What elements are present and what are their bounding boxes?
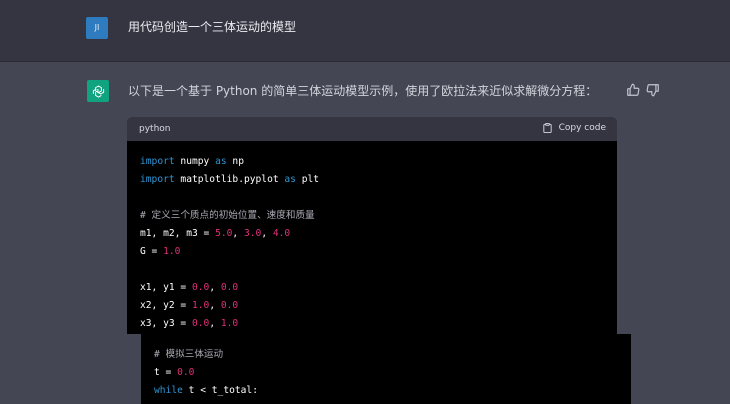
code-number: 0.0 (220, 300, 239, 311)
code-number: 0.0 (191, 318, 210, 329)
assistant-avatar (87, 80, 109, 102)
code-keyword: import (140, 174, 175, 185)
code-text: x1, y1 = (140, 282, 192, 293)
code-keyword: as (215, 156, 227, 167)
code-text: , (209, 300, 221, 311)
code-number: 1.0 (220, 318, 239, 329)
code-block-body: import numpy as np import matplotlib.pyp… (127, 141, 617, 334)
code-comment: # 模拟三体运动 (154, 349, 224, 360)
code-number: 1.0 (191, 300, 210, 311)
user-message-text: 用代码创造一个三体运动的模型 (128, 20, 297, 34)
code-text: G = (140, 246, 164, 257)
code-line: G = 1.0 (140, 245, 180, 258)
code-keyword: import (140, 156, 175, 167)
thumbs-down-icon[interactable] (646, 83, 660, 97)
code-number: 0.0 (220, 282, 239, 293)
openai-logo-icon (92, 85, 104, 98)
code-text: t < t_total: (182, 385, 258, 396)
code-number: 4.0 (272, 228, 291, 239)
copy-code-button[interactable]: Copy code (542, 121, 606, 135)
code-number: 3.0 (243, 228, 262, 239)
code-language-label: python (139, 124, 171, 134)
code-text: , (261, 228, 273, 239)
code-keyword: as (284, 174, 296, 185)
code-line: x1, y1 = 0.0, 0.0 (140, 281, 238, 294)
code-line: while t < t_total: (154, 384, 258, 397)
code-text: , (209, 318, 221, 329)
code-text: x2, y2 = (140, 300, 192, 311)
code-text: numpy (174, 156, 216, 167)
code-text: x3, y3 = (140, 318, 192, 329)
code-line: m1, m2, m3 = 5.0, 3.0, 4.0 (140, 227, 290, 240)
code-comment: # 定义三个质点的初始位置、速度和质量 (140, 210, 315, 221)
code-line: import numpy as np (140, 155, 244, 168)
code-line: import matplotlib.pyplot as plt (140, 173, 319, 186)
code-line: x3, y3 = 0.0, 1.0 (140, 317, 238, 330)
thumbs-up-icon[interactable] (626, 83, 640, 97)
code-block-body-continued: # 模拟三体运动 t = 0.0 while t < t_total: (141, 334, 631, 404)
code-text: plt (295, 174, 320, 185)
assistant-message-text: 以下是一个基于 Python 的简单三体运动模型示例，使用了欧拉法来近似求解微分… (128, 84, 598, 98)
code-text: , (209, 282, 221, 293)
code-text: m1, m2, m3 = (140, 228, 216, 239)
code-block-header: python Copy code (127, 117, 617, 141)
code-line: x2, y2 = 1.0, 0.0 (140, 299, 238, 312)
code-line: t = 0.0 (154, 366, 194, 379)
code-keyword: while (154, 385, 183, 396)
code-number: 1.0 (163, 246, 181, 257)
code-text: , (232, 228, 244, 239)
code-number: 0.0 (177, 367, 195, 378)
code-number: 5.0 (215, 228, 233, 239)
code-number: 0.0 (191, 282, 210, 293)
user-avatar: JI (86, 17, 108, 39)
clipboard-icon (542, 122, 552, 134)
user-message-row: JI 用代码创造一个三体运动的模型 (0, 0, 730, 62)
copy-code-label: Copy code (558, 123, 606, 133)
code-text: t = (154, 367, 178, 378)
code-text: np (226, 156, 244, 167)
code-text: matplotlib.pyplot (174, 174, 285, 185)
